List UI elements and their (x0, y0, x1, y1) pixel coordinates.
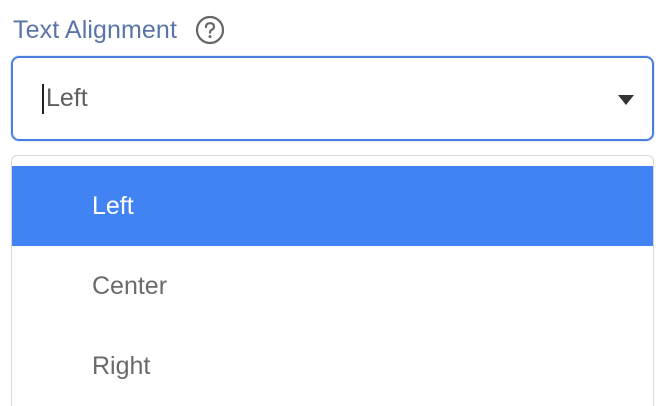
field-label: Text Alignment (13, 15, 177, 44)
question-circle-icon[interactable] (195, 15, 225, 45)
select-value: Left (46, 84, 88, 112)
caret-down-icon[interactable] (616, 93, 636, 105)
menu-top-spacing (12, 156, 653, 166)
option-left[interactable]: Left (12, 166, 653, 246)
alignment-dropdown-menu: Left Center Right (11, 155, 654, 406)
alignment-select[interactable]: Left (11, 56, 654, 141)
text-cursor (42, 83, 44, 114)
text-alignment-field: Text Alignment Left Left Center Right (0, 0, 666, 406)
option-center[interactable]: Center (12, 246, 653, 326)
option-right[interactable]: Right (12, 326, 653, 406)
field-label-row: Text Alignment (13, 12, 225, 48)
